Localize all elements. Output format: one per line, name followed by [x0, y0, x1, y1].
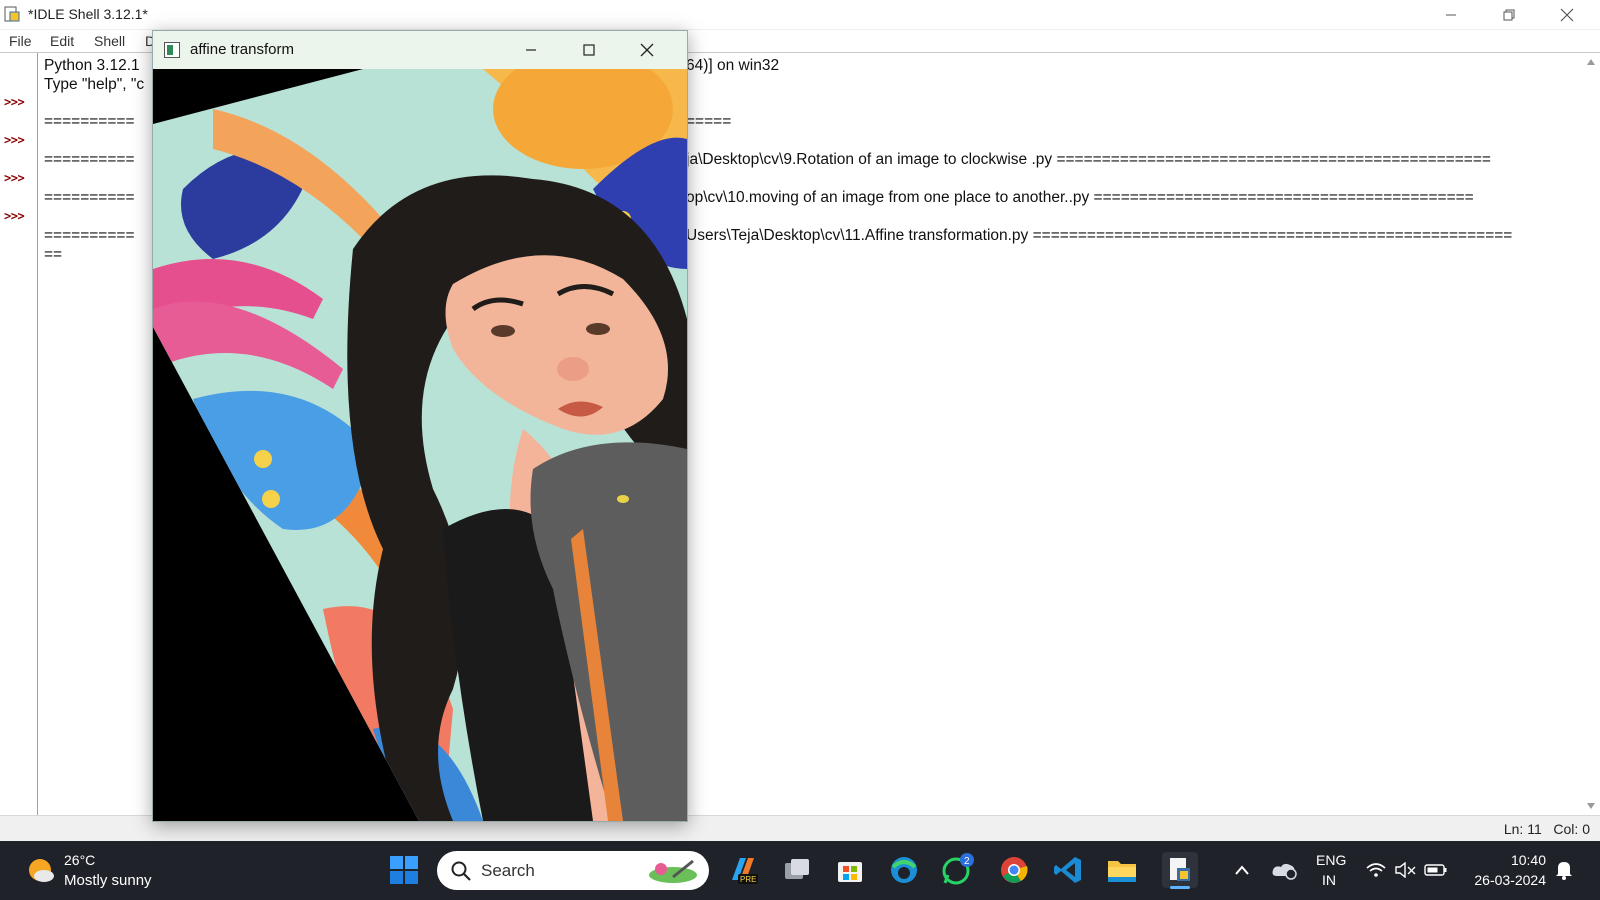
clock-time[interactable]: 10:40 [1511, 852, 1546, 868]
output-line: ========== [44, 151, 135, 168]
svg-text:PRE: PRE [740, 875, 756, 884]
python-idle-taskbar-button[interactable] [1162, 852, 1198, 889]
bell-icon [1556, 862, 1572, 880]
python-idle-icon [1170, 858, 1190, 881]
whatsapp-icon: 2 [942, 853, 974, 885]
output-line: Users\Teja\Desktop\cv\11.Affine transfor… [686, 227, 1513, 244]
task-view-button[interactable] [778, 852, 814, 888]
battery-button[interactable] [1418, 852, 1454, 888]
sun-icon [29, 859, 54, 882]
language-indicator[interactable]: ENG [1316, 852, 1346, 868]
menu-shell[interactable]: Shell [94, 33, 125, 49]
weather-description: Mostly sunny [64, 872, 152, 889]
chevron-up-icon [1235, 865, 1249, 875]
task-view-icon [785, 859, 809, 879]
search-input[interactable]: Search [437, 851, 709, 890]
start-button[interactable] [386, 852, 422, 888]
output-line: Type "help", "c [44, 76, 145, 93]
close-button[interactable] [624, 35, 670, 65]
output-line: 64)] on win32 [686, 57, 780, 74]
output-line: op\cv\10.moving of an image from one pla… [686, 189, 1474, 206]
taskbar: 26°C Mostly sunny Search PRE 2 ENG IN 10… [0, 841, 1600, 900]
opencv-window-icon [164, 42, 180, 58]
output-line: Python 3.12.1 [44, 57, 140, 74]
folder-icon [1108, 861, 1136, 882]
cursor-position: Ln: 11 Col: 0 [1503, 821, 1590, 837]
microsoft-store-button[interactable] [832, 852, 868, 888]
search-icon [451, 861, 471, 881]
window-title: *IDLE Shell 3.12.1* [28, 6, 148, 22]
maximize-button[interactable] [566, 35, 612, 65]
output-line: ========== [44, 189, 135, 206]
clock-date[interactable]: 26-03-2024 [1474, 872, 1546, 888]
close-button[interactable] [1544, 0, 1590, 29]
keyboard-region: IN [1322, 872, 1336, 888]
battery-icon [1424, 864, 1447, 876]
menu-file[interactable]: File [9, 33, 32, 49]
minimize-icon [1446, 14, 1456, 15]
notifications-button[interactable] [1548, 852, 1580, 888]
affine-transform-window: affine transform [152, 30, 688, 822]
copilot-icon: PRE [732, 858, 758, 884]
output-line: ===== [686, 113, 732, 130]
restore-icon [1503, 9, 1515, 20]
whatsapp-badge: 2 [964, 856, 970, 867]
volume-muted-icon [1395, 862, 1416, 878]
vscode-button[interactable] [1050, 852, 1086, 888]
file-explorer-button[interactable] [1104, 852, 1140, 888]
edge-button[interactable] [886, 852, 922, 888]
minimize-button[interactable] [508, 35, 554, 65]
search-placeholder: Search [481, 861, 535, 880]
chrome-icon [1001, 857, 1028, 883]
store-icon [838, 862, 862, 882]
shell-prompt: >>> [4, 95, 25, 109]
wifi-icon [1366, 863, 1386, 877]
minimize-button[interactable] [1428, 0, 1474, 29]
prompt-sidebar: >>> >>> >>> >>> [0, 53, 38, 815]
affine-warped-illustration [153, 69, 687, 821]
minimize-icon [526, 49, 536, 51]
cloud-sync-icon [1272, 863, 1297, 880]
active-indicator [1170, 886, 1190, 889]
menu-edit[interactable]: Edit [50, 33, 74, 49]
maximize-icon [583, 44, 595, 56]
show-hidden-icons-button[interactable] [1224, 852, 1260, 888]
output-line: ja\Desktop\cv\9.Rotation of an image to … [686, 151, 1491, 168]
vertical-scrollbar[interactable] [1582, 53, 1600, 815]
restore-button[interactable] [1486, 0, 1532, 29]
search-highlight-icon [649, 859, 697, 883]
idle-titlebar: *IDLE Shell 3.12.1* [0, 0, 1600, 30]
onedrive-button[interactable] [1266, 852, 1302, 888]
output-line: ========== [44, 113, 135, 130]
cv-titlebar: affine transform [153, 31, 687, 69]
window-title: affine transform [190, 41, 294, 58]
output-line: ========== [44, 227, 135, 244]
shell-prompt: >>> [4, 209, 25, 223]
close-icon [640, 43, 654, 57]
shell-prompt: >>> [4, 171, 25, 185]
transformed-image [153, 69, 687, 821]
python-idle-icon [4, 6, 20, 22]
windows-logo-icon [390, 856, 418, 884]
copilot-button[interactable]: PRE [724, 852, 760, 888]
scroll-arrows [1587, 59, 1595, 809]
close-icon [1560, 8, 1574, 21]
chrome-button[interactable] [996, 852, 1032, 888]
vscode-icon [1054, 857, 1081, 883]
weather-temperature: 26°C [64, 852, 96, 868]
edge-icon [891, 857, 917, 883]
output-line: == [44, 246, 63, 263]
whatsapp-button[interactable]: 2 [940, 852, 976, 888]
shell-prompt: >>> [4, 133, 25, 147]
